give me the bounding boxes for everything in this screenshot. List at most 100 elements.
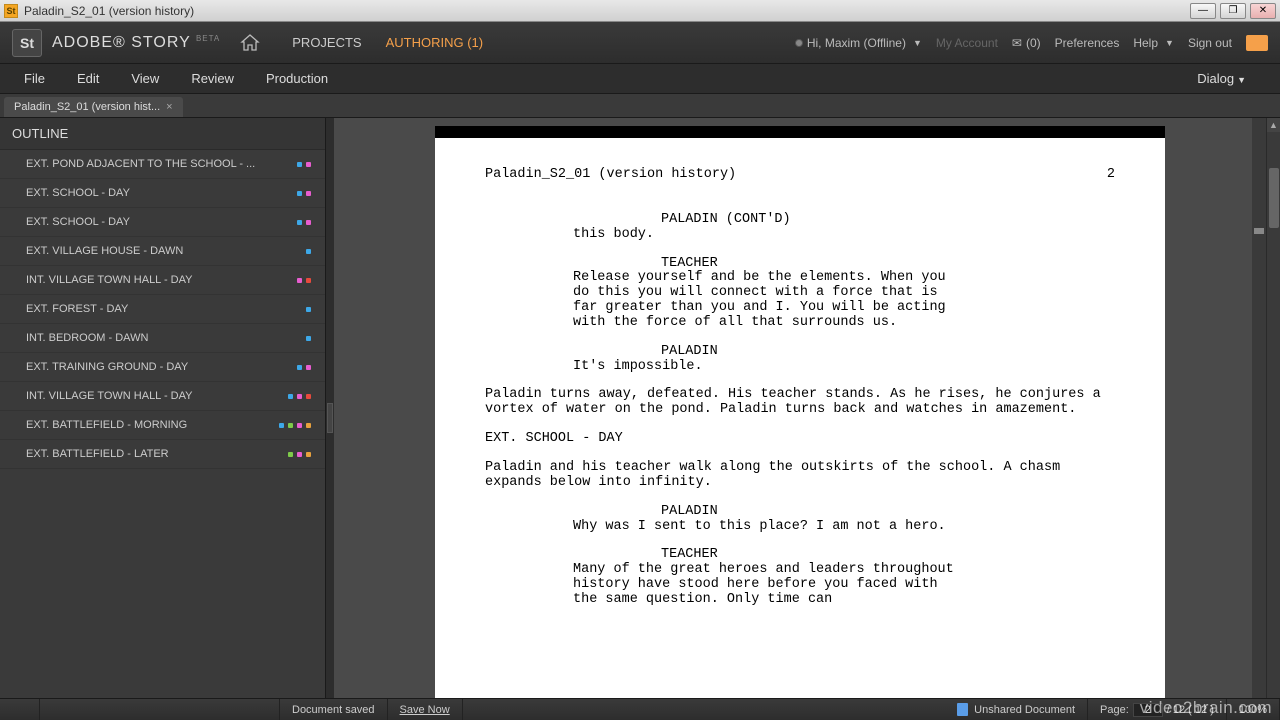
scene-label: EXT. POND ADJACENT TO THE SCHOOL - ... (26, 158, 291, 170)
document-tabs: Paladin_S2_01 (version hist... × (0, 94, 1280, 118)
page-viewport[interactable]: Paladin_S2_01 (version history) 2 PALADI… (334, 118, 1266, 718)
scene-label: EXT. SCHOOL - DAY (26, 216, 291, 228)
chevron-down-icon: ▼ (913, 38, 922, 48)
tab-close-icon[interactable]: × (166, 101, 172, 113)
script-dialogue[interactable]: Why was I sent to this place? I am not a… (485, 520, 1115, 535)
scene-item[interactable]: EXT. SCHOOL - DAY (0, 208, 325, 237)
tag-dot-icon (306, 249, 311, 254)
strip-marker[interactable] (1254, 228, 1264, 234)
tag-dot-icon (297, 191, 302, 196)
save-now-button[interactable]: Save Now (388, 699, 463, 720)
status-blank (0, 699, 40, 720)
scene-label: EXT. SCHOOL - DAY (26, 187, 291, 199)
app-header: St ADOBE® STORY BETA PROJECTS AUTHORING … (0, 22, 1280, 64)
user-status[interactable]: Hi, Maxim (Offline)▼ (795, 36, 922, 50)
menu-review[interactable]: Review (175, 71, 250, 86)
status-saved: Document saved (280, 699, 388, 720)
panel-splitter[interactable] (326, 118, 334, 718)
document-icon (957, 703, 968, 716)
page-number: 2 (1107, 168, 1115, 183)
script-dialogue[interactable]: this body. (485, 228, 1115, 243)
my-account-link[interactable]: My Account (936, 36, 998, 50)
window-controls: — ❐ ✕ (1190, 3, 1276, 19)
scene-tags (297, 220, 311, 225)
tag-dot-icon (297, 278, 302, 283)
outline-list: EXT. POND ADJACENT TO THE SCHOOL - ... EX… (0, 150, 325, 718)
scene-item[interactable]: EXT. VILLAGE HOUSE - DAWN (0, 237, 325, 266)
script-character[interactable]: TEACHER (485, 548, 1115, 563)
scene-item[interactable]: EXT. BATTLEFIELD - LATER (0, 440, 325, 469)
main-area: OUTLINE EXT. POND ADJACENT TO THE SCHOOL… (0, 118, 1280, 718)
tag-dot-icon (297, 452, 302, 457)
watermark: video2brain.com (1140, 698, 1272, 718)
script-dialogue[interactable]: Many of the great heroes and leaders thr… (485, 563, 1115, 608)
scene-label: INT. VILLAGE TOWN HALL - DAY (26, 274, 291, 286)
close-button[interactable]: ✕ (1250, 3, 1276, 19)
status-bar: Document saved Save Now Unshared Documen… (0, 698, 1280, 720)
scroll-up-icon[interactable]: ▲ (1267, 118, 1280, 132)
document-tab[interactable]: Paladin_S2_01 (version hist... × (4, 97, 183, 117)
home-icon[interactable] (238, 31, 262, 55)
doc-title: Paladin_S2_01 (version history) (485, 168, 736, 183)
preferences-link[interactable]: Preferences (1055, 36, 1120, 50)
maximize-button[interactable]: ❐ (1220, 3, 1246, 19)
scene-item[interactable]: INT. VILLAGE TOWN HALL - DAY (0, 266, 325, 295)
menu-view[interactable]: View (115, 71, 175, 86)
nav-authoring[interactable]: AUTHORING (1) (374, 35, 496, 50)
tag-dot-icon (306, 162, 311, 167)
accent-indicator[interactable] (1246, 35, 1268, 51)
scene-item[interactable]: EXT. FOREST - DAY (0, 295, 325, 324)
scene-label: EXT. TRAINING GROUND - DAY (26, 361, 291, 373)
script-page[interactable]: Paladin_S2_01 (version history) 2 PALADI… (435, 138, 1165, 698)
tag-dot-icon (306, 365, 311, 370)
scroll-thumb[interactable] (1269, 168, 1279, 228)
script-character[interactable]: PALADIN (485, 345, 1115, 360)
menu-file[interactable]: File (8, 71, 61, 86)
script-character[interactable]: PALADIN (CONT'D) (485, 213, 1115, 228)
help-link[interactable]: Help▼ (1133, 36, 1174, 50)
annotation-strip (1252, 118, 1266, 718)
nav-projects[interactable]: PROJECTS (280, 35, 373, 50)
scene-item[interactable]: INT. VILLAGE TOWN HALL - DAY (0, 382, 325, 411)
window-title: Paladin_S2_01 (version history) (24, 4, 1190, 18)
window-titlebar: St Paladin_S2_01 (version history) — ❐ ✕ (0, 0, 1280, 22)
tag-dot-icon (306, 423, 311, 428)
scene-item[interactable]: EXT. POND ADJACENT TO THE SCHOOL - ... (0, 150, 325, 179)
scene-tags (297, 365, 311, 370)
scene-tags (297, 191, 311, 196)
signout-link[interactable]: Sign out (1188, 36, 1232, 50)
tag-dot-icon (288, 423, 293, 428)
scene-label: EXT. VILLAGE HOUSE - DAWN (26, 245, 300, 257)
script-character[interactable]: PALADIN (485, 505, 1115, 520)
tag-dot-icon (306, 278, 311, 283)
menu-production[interactable]: Production (250, 71, 344, 86)
vertical-scrollbar[interactable]: ▲ ▼ (1266, 118, 1280, 718)
script-character[interactable]: TEACHER (485, 257, 1115, 272)
script-scene-heading[interactable]: EXT. SCHOOL - DAY (485, 432, 1115, 447)
script-action[interactable]: Paladin turns away, defeated. His teache… (485, 388, 1115, 418)
tag-dot-icon (288, 394, 293, 399)
tag-dot-icon (288, 452, 293, 457)
scene-label: INT. VILLAGE TOWN HALL - DAY (26, 390, 282, 402)
menu-dialog[interactable]: Dialog▼ (1181, 71, 1262, 86)
editor-area: Paladin_S2_01 (version history) 2 PALADI… (334, 118, 1280, 718)
tag-dot-icon (297, 220, 302, 225)
scene-item[interactable]: EXT. BATTLEFIELD - MORNING (0, 411, 325, 440)
scene-item[interactable]: INT. BEDROOM - DAWN (0, 324, 325, 353)
shared-status[interactable]: Unshared Document (945, 699, 1088, 720)
mail-button[interactable]: ✉ (0) (1012, 36, 1041, 50)
scene-item[interactable]: EXT. SCHOOL - DAY (0, 179, 325, 208)
outline-heading: OUTLINE (0, 118, 325, 150)
script-dialogue[interactable]: Release yourself and be the elements. Wh… (485, 271, 1115, 330)
scene-tags (297, 278, 311, 283)
minimize-button[interactable]: — (1190, 3, 1216, 19)
script-dialogue[interactable]: It's impossible. (485, 360, 1115, 375)
scene-item[interactable]: EXT. TRAINING GROUND - DAY (0, 353, 325, 382)
script-action[interactable]: Paladin and his teacher walk along the o… (485, 461, 1115, 491)
splitter-handle-icon[interactable] (327, 403, 333, 433)
scene-label: EXT. BATTLEFIELD - MORNING (26, 419, 273, 431)
mail-icon: ✉ (1012, 36, 1022, 50)
tag-dot-icon (297, 162, 302, 167)
menu-edit[interactable]: Edit (61, 71, 115, 86)
page-running-header: Paladin_S2_01 (version history) 2 (485, 168, 1115, 183)
